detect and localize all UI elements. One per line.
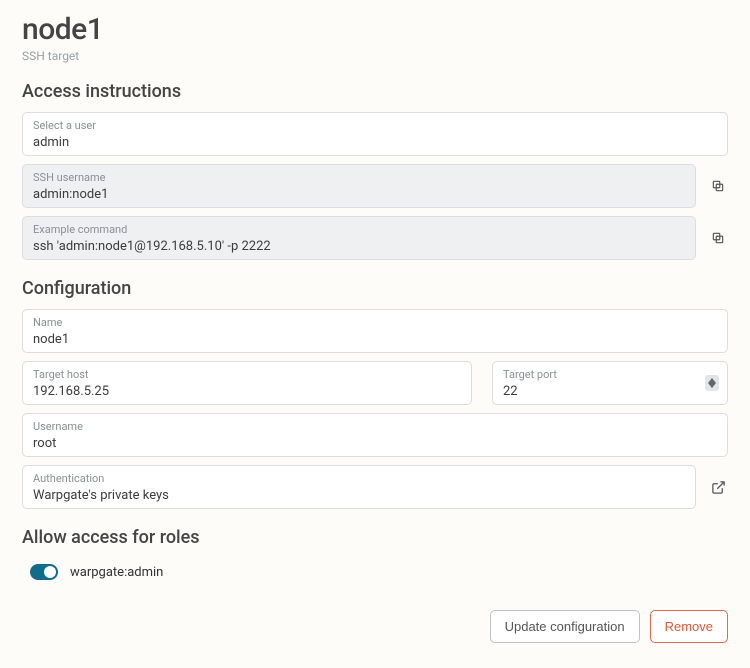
page-header: node1 SSH target: [22, 12, 728, 63]
target-host-field[interactable]: Target host: [22, 361, 472, 405]
chevron-down-icon: [708, 383, 716, 388]
role-toggle[interactable]: [30, 564, 58, 580]
section-title-access: Access instructions: [22, 81, 728, 102]
authentication-field[interactable]: Authentication Warpgate's private keys: [22, 465, 696, 509]
section-title-configuration: Configuration: [22, 278, 728, 299]
authentication-label: Authentication: [33, 472, 685, 485]
section-configuration: Configuration Name Target host Target po…: [22, 278, 728, 509]
username-input[interactable]: [33, 434, 717, 451]
target-port-input[interactable]: [503, 382, 717, 399]
footer-actions: Update configuration Remove: [22, 610, 728, 643]
ssh-username-value: admin:node1: [33, 185, 685, 202]
target-host-input[interactable]: [33, 382, 461, 399]
username-field[interactable]: Username: [22, 413, 728, 457]
page-subtitle: SSH target: [22, 49, 728, 63]
open-keys-button[interactable]: [708, 477, 728, 497]
copy-example-command-button[interactable]: [708, 228, 728, 248]
example-command-value: ssh 'admin:node1@192.168.5.10' -p 2222: [33, 237, 685, 254]
copy-icon: [711, 179, 725, 193]
authentication-value: Warpgate's private keys: [33, 486, 685, 503]
copy-icon: [711, 231, 725, 245]
ssh-username-field: SSH username admin:node1: [22, 164, 696, 208]
target-port-field[interactable]: Target port: [492, 361, 728, 405]
section-access: Access instructions Select a user admin …: [22, 81, 728, 260]
remove-button[interactable]: Remove: [650, 610, 728, 643]
copy-ssh-username-button[interactable]: [708, 176, 728, 196]
external-link-icon: [711, 480, 726, 495]
username-label: Username: [33, 420, 717, 433]
role-name: warpgate:admin: [70, 565, 163, 580]
section-roles: Allow access for roles warpgate:admin: [22, 527, 728, 586]
select-user-field[interactable]: Select a user admin: [22, 112, 728, 156]
update-configuration-button[interactable]: Update configuration: [490, 610, 640, 643]
name-input[interactable]: [33, 330, 717, 347]
example-command-label: Example command: [33, 223, 685, 236]
example-command-field: Example command ssh 'admin:node1@192.168…: [22, 216, 696, 260]
target-port-label: Target port: [503, 368, 717, 381]
select-user-value: admin: [33, 133, 717, 150]
role-row: warpgate:admin: [22, 558, 728, 586]
section-title-roles: Allow access for roles: [22, 527, 728, 548]
target-host-label: Target host: [33, 368, 461, 381]
select-user-label: Select a user: [33, 119, 717, 132]
name-label: Name: [33, 316, 717, 329]
port-stepper[interactable]: [705, 375, 719, 391]
name-field[interactable]: Name: [22, 309, 728, 353]
ssh-username-label: SSH username: [33, 171, 685, 184]
page-title: node1: [22, 12, 728, 47]
